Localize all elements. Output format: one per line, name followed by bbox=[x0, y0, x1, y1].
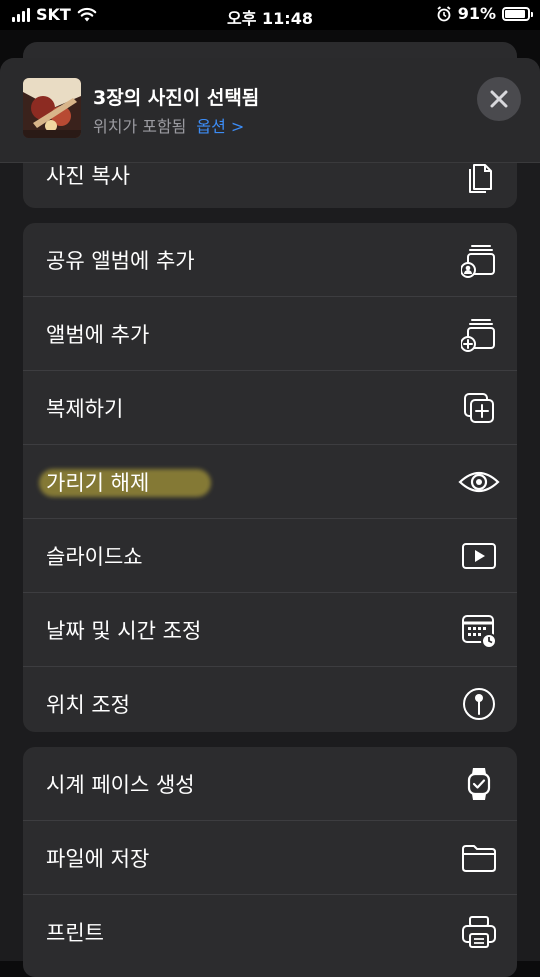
action-label: 사진 복사 bbox=[46, 164, 130, 188]
action-label: 위치 조정 bbox=[46, 692, 130, 717]
action-adjust-date-time[interactable]: 날짜 및 시간 조정 bbox=[23, 593, 517, 667]
close-icon bbox=[490, 90, 508, 108]
action-print[interactable]: 프린트 bbox=[23, 895, 517, 968]
shared-album-icon bbox=[461, 242, 497, 278]
action-label: 파일에 저장 bbox=[46, 846, 150, 871]
copy-photo-icon bbox=[461, 159, 497, 195]
action-label: 복제하기 bbox=[46, 396, 124, 421]
action-label: 시계 페이스 생성 bbox=[46, 772, 195, 797]
action-label: 슬라이드쇼 bbox=[46, 544, 143, 569]
selection-subtitle: 위치가 포함됨 옵션 > bbox=[93, 113, 244, 137]
battery-fill bbox=[505, 9, 525, 18]
watch-icon bbox=[461, 766, 497, 802]
action-add-album[interactable]: 앨범에 추가 bbox=[23, 297, 517, 371]
action-label: 공유 앨범에 추가 bbox=[46, 248, 195, 273]
action-label: 날짜 및 시간 조정 bbox=[46, 618, 202, 643]
action-create-watch-face[interactable]: 시계 페이스 생성 bbox=[23, 747, 517, 821]
action-save-to-files[interactable]: 파일에 저장 bbox=[23, 821, 517, 895]
folder-icon bbox=[461, 840, 497, 876]
options-link[interactable]: 옵션 > bbox=[196, 117, 244, 136]
duplicate-icon bbox=[461, 390, 497, 426]
alarm-icon bbox=[437, 5, 451, 21]
selected-photos-thumbnail bbox=[23, 78, 81, 138]
battery-percent: 91% bbox=[457, 4, 496, 23]
action-label: 가리기 해제 bbox=[46, 470, 150, 495]
action-label: 프린트 bbox=[46, 920, 104, 945]
action-group-2: 공유 앨범에 추가 앨범에 추가 복제하기 가리기 해제 슬라이드쇼 날짜 및 … bbox=[23, 223, 517, 732]
action-add-shared-album[interactable]: 공유 앨범에 추가 bbox=[23, 223, 517, 297]
share-sheet-header: 3장의 사진이 선택됨 위치가 포함됨 옵션 > bbox=[0, 58, 540, 163]
close-button[interactable] bbox=[477, 77, 521, 121]
location-pin-icon bbox=[461, 686, 497, 722]
location-included-label: 위치가 포함됨 bbox=[93, 117, 187, 136]
printer-icon bbox=[461, 914, 497, 950]
action-adjust-location[interactable]: 위치 조정 bbox=[23, 667, 517, 732]
action-unhide[interactable]: 가리기 해제 bbox=[23, 445, 517, 519]
calendar-clock-icon bbox=[461, 612, 497, 648]
status-bar: SKT 오후 11:48 91% bbox=[0, 0, 540, 30]
action-duplicate[interactable]: 복제하기 bbox=[23, 371, 517, 445]
action-label: 앨범에 추가 bbox=[46, 322, 150, 347]
action-group-3: 시계 페이스 생성 파일에 저장 프린트 bbox=[23, 747, 517, 977]
play-icon bbox=[461, 538, 497, 574]
action-slideshow[interactable]: 슬라이드쇼 bbox=[23, 519, 517, 593]
battery-icon bbox=[502, 6, 533, 21]
selection-title: 3장의 사진이 선택됨 bbox=[93, 87, 260, 109]
add-album-icon bbox=[461, 316, 497, 352]
eye-icon bbox=[458, 464, 500, 500]
